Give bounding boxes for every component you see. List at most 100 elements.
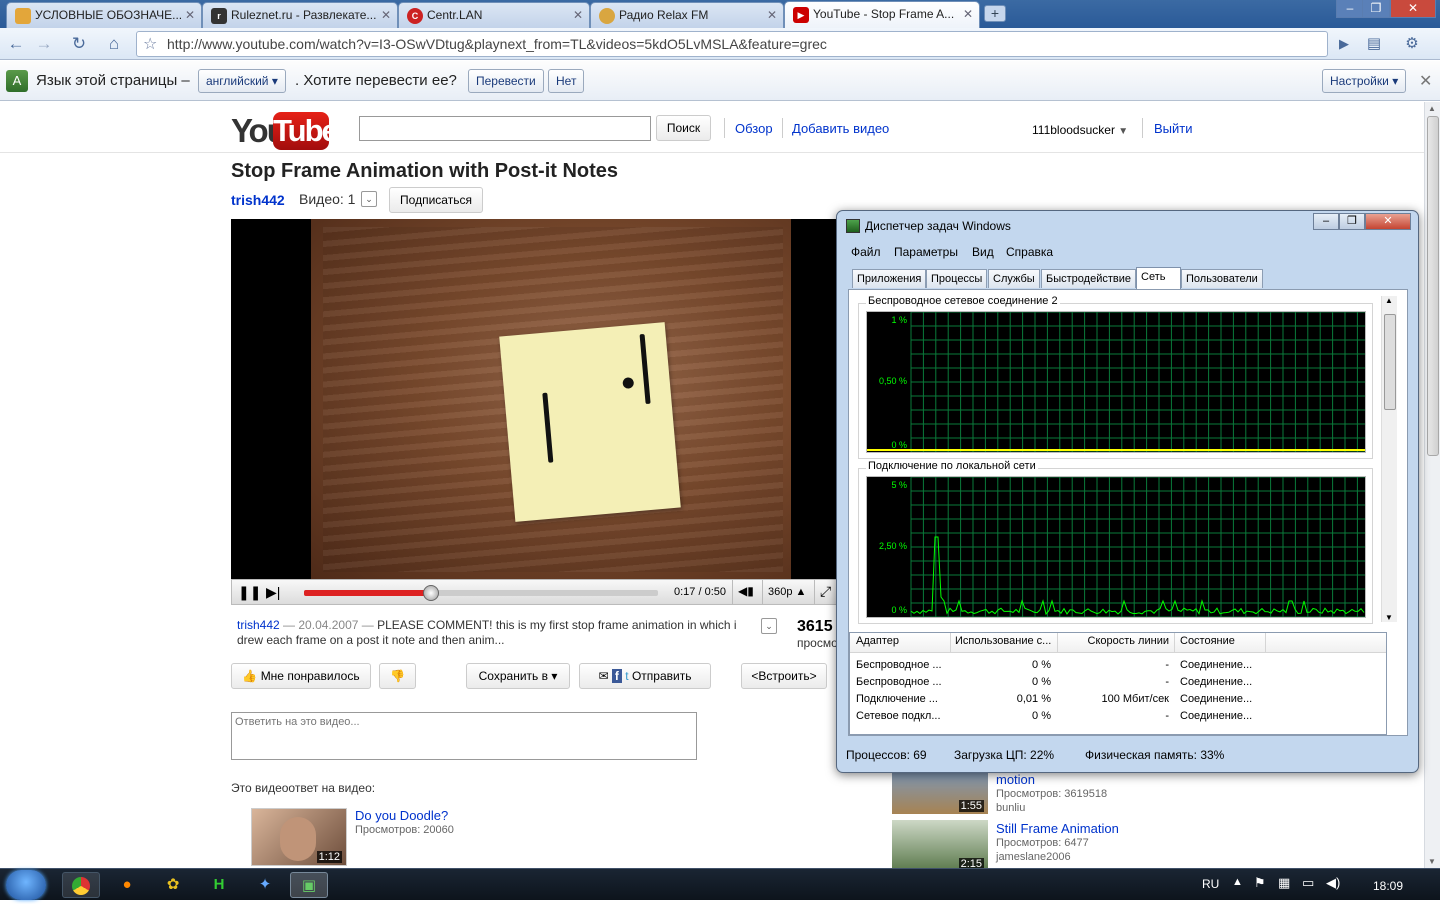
h-app-icon[interactable]: H: [200, 872, 238, 898]
table-row[interactable]: Сетевое подкл... 0 % - Соединение...: [850, 708, 1386, 725]
username-menu[interactable]: 111bloodsucker ▼: [1032, 123, 1128, 137]
table-row[interactable]: Беспроводное ... 0 % - Соединение...: [850, 657, 1386, 674]
menu-help[interactable]: Справка: [1006, 245, 1053, 259]
minimize-icon[interactable]: –: [1313, 213, 1339, 230]
progress-handle[interactable]: [423, 585, 440, 601]
wrench-icon[interactable]: ⚙: [1400, 32, 1424, 56]
search-button[interactable]: Поиск: [656, 115, 711, 141]
column-speed[interactable]: Скорость линии: [1062, 635, 1170, 647]
close-tab-icon[interactable]: ✕: [185, 3, 195, 27]
close-infobar-icon[interactable]: ✕: [1419, 71, 1432, 91]
flag-icon[interactable]: ⚑: [1254, 875, 1266, 891]
channel-link[interactable]: trish442: [231, 192, 285, 208]
table-row[interactable]: Беспроводное ... 0 % - Соединение...: [850, 674, 1386, 691]
save-to-button[interactable]: Сохранить в ▾: [466, 663, 570, 689]
response-thumbnail[interactable]: 1:12: [251, 808, 347, 866]
forward-icon[interactable]: →: [32, 32, 56, 56]
bluetooth-icon[interactable]: ✦: [246, 872, 284, 898]
browser-tab-1[interactable]: УСЛОВНЫЕ ОБОЗНАЧЕ... ✕: [6, 2, 202, 28]
language-indicator[interactable]: RU: [1202, 877, 1219, 891]
menu-options[interactable]: Параметры: [894, 245, 958, 259]
page-scrollbar[interactable]: ▲ ▼: [1424, 102, 1440, 868]
expand-description-icon[interactable]: ⌄: [761, 618, 777, 634]
column-usage[interactable]: Использование с...: [955, 635, 1055, 647]
maximize-icon[interactable]: ❐: [1362, 0, 1390, 18]
tab-applications[interactable]: Приложения: [852, 269, 927, 288]
scroll-down-icon[interactable]: ▼: [1428, 857, 1436, 866]
progress-track[interactable]: [304, 585, 658, 601]
tab-network[interactable]: Сеть: [1136, 267, 1181, 289]
start-button[interactable]: [6, 870, 46, 900]
expand-videos-icon[interactable]: ⌄: [361, 191, 377, 207]
tab-users[interactable]: Пользователи: [1181, 269, 1263, 288]
nav-browse-link[interactable]: Обзор: [735, 121, 773, 136]
scroll-down-icon[interactable]: ▼: [1385, 613, 1393, 622]
new-tab-button[interactable]: +: [984, 5, 1006, 22]
reply-textarea[interactable]: [231, 712, 697, 760]
go-icon[interactable]: ▶: [1332, 32, 1356, 56]
browser-tab-4[interactable]: Радио Relax FM ✕: [590, 2, 784, 28]
scrollbar-thumb[interactable]: [1427, 116, 1439, 456]
related-thumbnail-2[interactable]: 2:15: [892, 820, 988, 868]
close-tab-icon[interactable]: ✕: [963, 2, 973, 26]
browser-tab-2[interactable]: r Ruleznet.ru - Развлекате... ✕: [202, 2, 398, 28]
scroll-up-icon[interactable]: ▲: [1385, 296, 1393, 305]
popout-icon[interactable]: ⤢: [820, 583, 831, 600]
column-state[interactable]: Состояние: [1180, 635, 1260, 647]
youtube-logo[interactable]: You Tube: [231, 110, 339, 150]
related-thumbnail-1[interactable]: 1:55: [892, 770, 988, 814]
translate-button[interactable]: Перевести: [468, 69, 544, 93]
menu-file[interactable]: Файл: [851, 245, 881, 259]
volume-icon[interactable]: ◀▮: [738, 584, 754, 598]
address-bar[interactable]: ☆ http://www.youtube.com/watch?v=I3-OSwV…: [136, 31, 1328, 57]
network-icon[interactable]: ▭: [1302, 875, 1314, 891]
reload-icon[interactable]: ↻: [67, 32, 91, 56]
embed-button[interactable]: <Встроить>: [741, 663, 827, 689]
graphs-scrollbar[interactable]: ▲ ▼: [1381, 296, 1397, 622]
like-button[interactable]: 👍 Мне понравилось: [231, 663, 371, 689]
device-icon[interactable]: ▦: [1278, 875, 1290, 891]
page-menu-icon[interactable]: ▤: [1362, 32, 1386, 56]
related-video-link[interactable]: Still Frame Animation: [996, 821, 1119, 836]
related-video-link[interactable]: motion: [996, 772, 1035, 787]
language-select[interactable]: английский ▾: [198, 69, 286, 93]
quality-selector[interactable]: 360p ▲: [768, 586, 806, 598]
browser-tab-3[interactable]: C Centr.LAN ✕: [398, 2, 590, 28]
chrome-icon[interactable]: [62, 872, 100, 898]
close-tab-icon[interactable]: ✕: [573, 3, 583, 27]
nav-upload-link[interactable]: Добавить видео: [792, 121, 889, 136]
share-button[interactable]: ✉ f t Отправить: [579, 663, 711, 689]
scrollbar-thumb[interactable]: [1384, 314, 1396, 410]
scroll-up-icon[interactable]: ▲: [1428, 104, 1436, 113]
tab-performance[interactable]: Быстродействие: [1041, 269, 1136, 288]
task-manager-taskbar-icon[interactable]: ▣: [290, 872, 328, 898]
menu-view[interactable]: Вид: [972, 245, 994, 259]
infobar-settings-button[interactable]: Настройки ▾: [1322, 69, 1406, 93]
tab-processes[interactable]: Процессы: [926, 269, 988, 288]
table-row[interactable]: Подключение ... 0,01 % 100 Мбит/сек Соедине…: [850, 691, 1386, 708]
maximize-icon[interactable]: ❐: [1339, 213, 1365, 230]
browser-tab-5-active[interactable]: ▶ YouTube - Stop Frame A... ✕: [784, 1, 980, 28]
response-video-link[interactable]: Do you Doodle?: [355, 808, 448, 823]
close-tab-icon[interactable]: ✕: [381, 3, 391, 27]
pause-icon[interactable]: ❚❚: [238, 584, 261, 601]
volume-icon[interactable]: ◀): [1326, 875, 1340, 891]
desc-user-link[interactable]: trish442: [237, 618, 280, 632]
butterfly-icon[interactable]: ✿: [154, 872, 192, 898]
firefox-icon[interactable]: ●: [108, 872, 146, 898]
close-tab-icon[interactable]: ✕: [767, 3, 777, 27]
home-icon[interactable]: ⌂: [102, 32, 126, 56]
tab-services[interactable]: Службы: [988, 269, 1040, 288]
bookmark-star-icon[interactable]: ☆: [143, 34, 157, 54]
next-icon[interactable]: ▶|: [266, 584, 280, 601]
video-player[interactable]: [231, 219, 839, 579]
close-window-icon[interactable]: ✕: [1390, 0, 1436, 18]
logout-link[interactable]: Выйти: [1154, 121, 1193, 136]
subscribe-button[interactable]: Подписаться: [389, 187, 483, 213]
search-input[interactable]: [359, 116, 651, 141]
minimize-icon[interactable]: –: [1336, 0, 1364, 18]
no-button[interactable]: Нет: [548, 69, 585, 93]
column-adapter[interactable]: Адаптер: [856, 635, 950, 647]
close-window-icon[interactable]: ✕: [1365, 213, 1411, 230]
back-icon[interactable]: ←: [4, 32, 28, 56]
